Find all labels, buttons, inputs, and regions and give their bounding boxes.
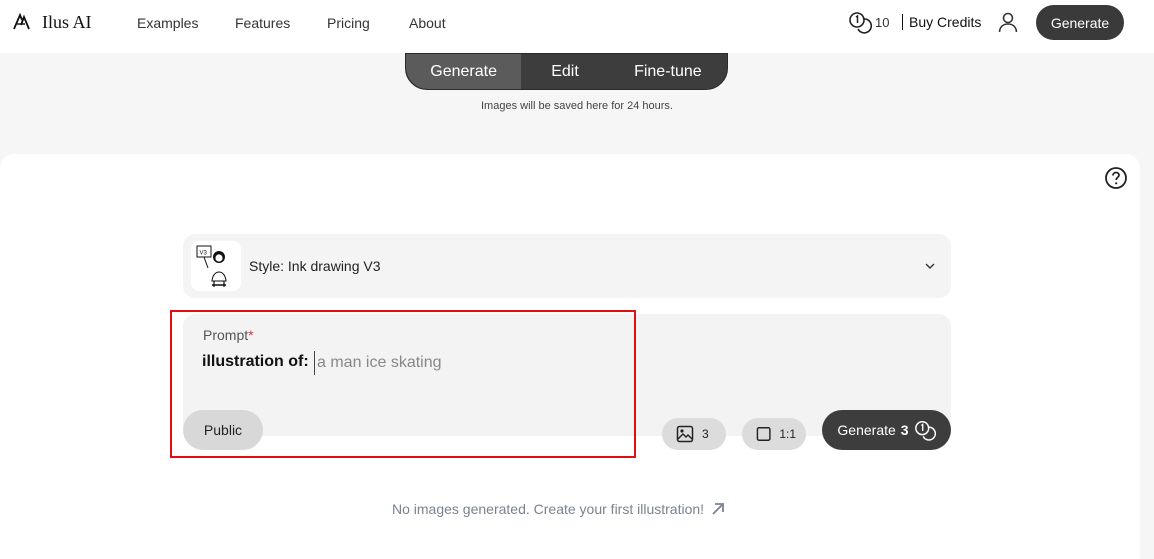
nav-link-examples[interactable]: Examples (137, 15, 198, 31)
style-selector[interactable]: V3 Style: Ink drawing V3 (183, 234, 951, 298)
brand-name: Ilus AI (42, 11, 92, 32)
arrow-up-right-icon[interactable] (710, 501, 726, 517)
thumb-badge: V3 (200, 251, 208, 257)
help-icon[interactable] (1104, 166, 1128, 190)
coins-icon (914, 421, 936, 441)
tab-fine-tune[interactable]: Fine-tune (609, 54, 727, 89)
prompt-input[interactable] (314, 351, 734, 375)
prompt-label-text: Prompt (203, 327, 249, 343)
page: Ilus AI Examples Features Pricing About … (0, 0, 1154, 559)
aspect-ratio-selector[interactable]: 1:1 (742, 418, 806, 450)
nav-generate-button[interactable]: Generate (1036, 5, 1124, 40)
top-nav: Ilus AI Examples Features Pricing About … (0, 0, 1154, 53)
brand-logo[interactable]: Ilus AI (12, 11, 92, 33)
tab-generate[interactable]: Generate (406, 54, 522, 89)
ilus-logo-icon (13, 12, 30, 30)
chevron-down-icon[interactable] (924, 260, 936, 272)
user-icon[interactable] (996, 10, 1020, 34)
empty-state-message: No images generated. Create your first i… (392, 501, 726, 517)
style-label: Style: Ink drawing V3 (249, 258, 381, 274)
coins-icon (849, 12, 872, 34)
generate-button[interactable]: Generate 3 (822, 410, 951, 450)
tab-edit[interactable]: Edit (521, 54, 608, 89)
required-mark: * (248, 327, 254, 343)
ink-drawing-thumbnail-icon: V3 (196, 245, 227, 287)
credits-balance: 10 (848, 10, 889, 34)
save-notice: Images will be saved here for 24 hours. (481, 100, 673, 112)
image-icon (676, 425, 694, 443)
generate-count: 3 (900, 422, 909, 438)
nav-link-pricing[interactable]: Pricing (327, 15, 370, 31)
aspect-ratio-value: 1:1 (779, 427, 796, 441)
credits-count: 10 (875, 14, 890, 30)
buy-credits-link[interactable]: Buy Credits (902, 14, 981, 30)
public-toggle-button[interactable]: Public (183, 410, 263, 450)
nav-link-about[interactable]: About (409, 15, 446, 31)
style-thumbnail: V3 (191, 241, 241, 291)
nav-link-features[interactable]: Features (235, 15, 290, 31)
empty-state-text: No images generated. Create your first i… (392, 501, 705, 517)
image-count-value: 3 (702, 427, 709, 441)
mode-tabs: Generate Edit Fine-tune (405, 53, 728, 90)
prompt-label: Prompt* (203, 327, 254, 343)
image-count-selector[interactable]: 3 (662, 418, 726, 450)
generate-label: Generate (837, 422, 896, 438)
square-icon (756, 427, 771, 441)
prompt-prefix: illustration of: (202, 353, 309, 370)
